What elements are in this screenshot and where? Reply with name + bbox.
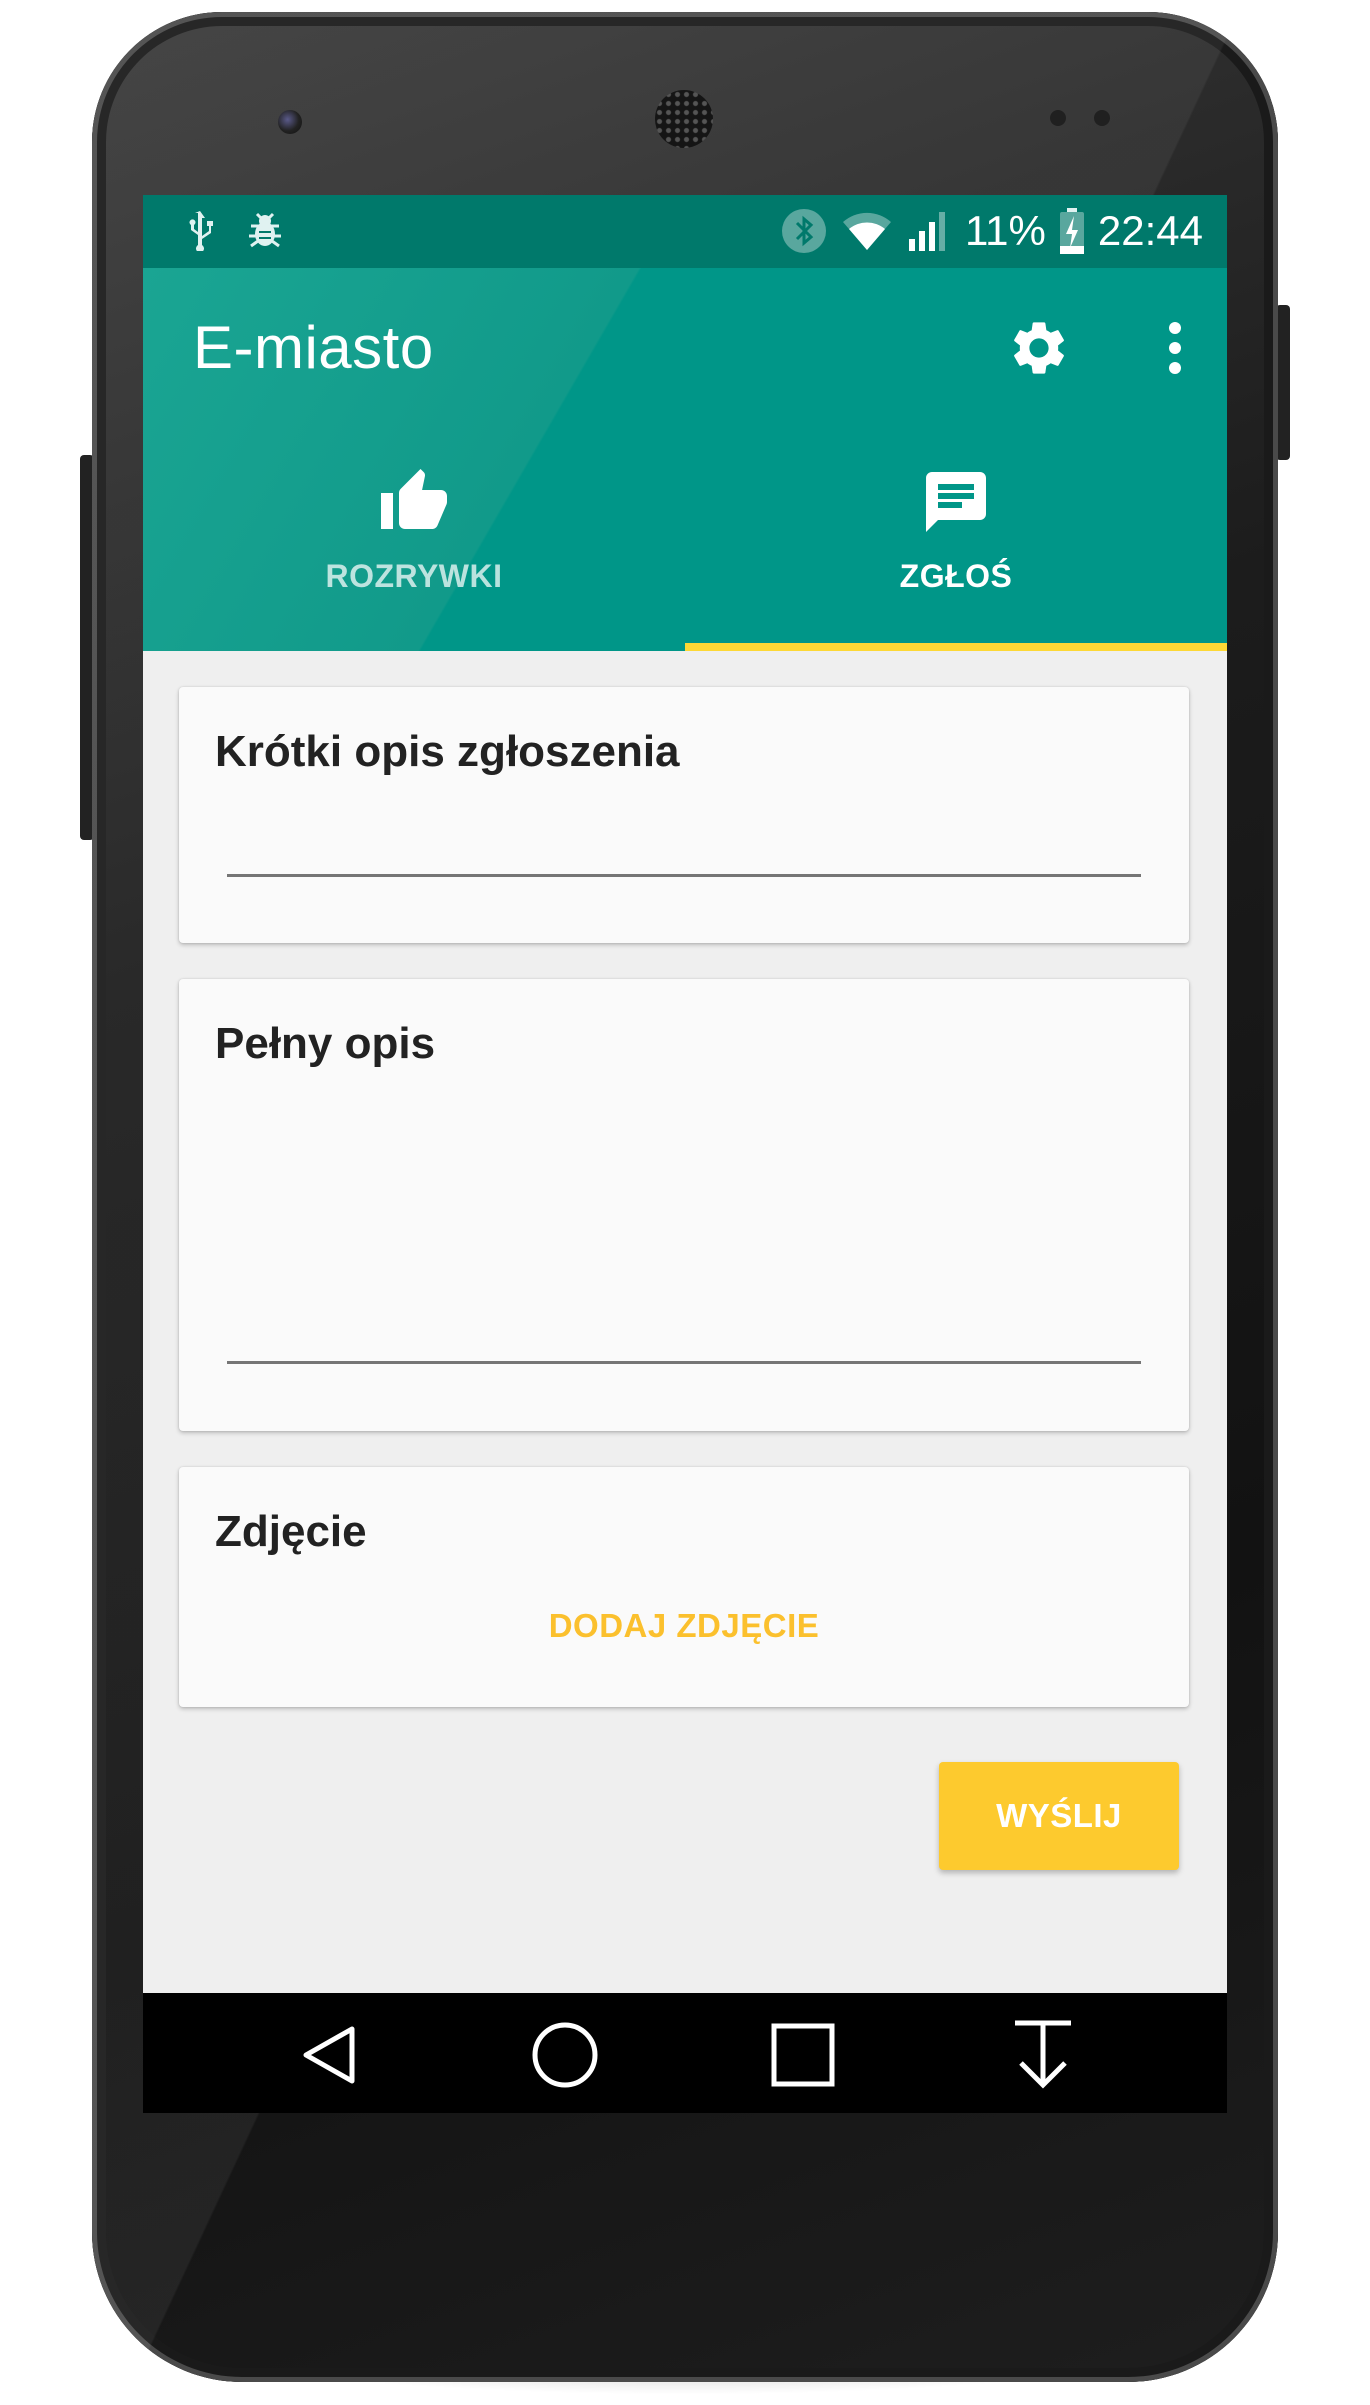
front-camera bbox=[278, 110, 302, 134]
tab-zglos-label: ZGŁOŚ bbox=[899, 558, 1013, 594]
earpiece-speaker bbox=[655, 90, 713, 148]
device-screen: 11% 22:44 E-miasto ROZRYWKI ZGŁOŚ Krótki… bbox=[143, 195, 1227, 2113]
hide-keyboard-icon bbox=[1011, 2019, 1075, 2091]
overflow-menu-button[interactable] bbox=[1145, 310, 1205, 386]
hide-keyboard-button[interactable] bbox=[1003, 2015, 1083, 2095]
thumb-up-icon bbox=[378, 466, 450, 538]
wifi-icon bbox=[841, 210, 893, 252]
bug-icon bbox=[245, 210, 285, 250]
clock: 22:44 bbox=[1097, 207, 1203, 254]
power-button bbox=[1276, 305, 1290, 460]
bluetooth-icon bbox=[781, 208, 827, 254]
home-button[interactable] bbox=[525, 2015, 605, 2095]
tab-indicator bbox=[685, 643, 1227, 651]
chat-icon bbox=[920, 466, 992, 538]
battery-charging-icon bbox=[1059, 208, 1084, 254]
back-button[interactable] bbox=[290, 2015, 370, 2095]
gear-icon bbox=[1007, 316, 1071, 380]
recents-button[interactable] bbox=[763, 2015, 843, 2095]
send-button[interactable]: WYŚLIJ bbox=[939, 1762, 1179, 1870]
tab-zglos[interactable]: ZGŁOŚ bbox=[685, 448, 1227, 651]
signal-icon bbox=[907, 209, 951, 253]
add-photo-button[interactable]: DODAJ ZDJĘCIE bbox=[179, 1607, 1189, 1645]
photo-title: Zdjęcie bbox=[215, 1507, 367, 1556]
short-description-card: Krótki opis zgłoszenia bbox=[179, 687, 1189, 943]
usb-icon bbox=[185, 209, 215, 253]
more-vert-icon bbox=[1167, 322, 1183, 374]
home-icon bbox=[531, 2021, 599, 2089]
back-icon bbox=[298, 2023, 362, 2087]
app-title: E-miasto bbox=[193, 314, 434, 381]
navigation-bar bbox=[143, 1993, 1227, 2113]
app-bar: E-miasto ROZRYWKI ZGŁOŚ bbox=[143, 268, 1227, 651]
tab-rozrywki[interactable]: ROZRYWKI bbox=[143, 448, 685, 651]
full-description-card: Pełny opis bbox=[179, 979, 1189, 1431]
short-description-input[interactable] bbox=[227, 817, 1141, 877]
full-description-title: Pełny opis bbox=[215, 1019, 436, 1068]
settings-button[interactable] bbox=[1001, 310, 1077, 386]
photo-card: Zdjęcie DODAJ ZDJĘCIE bbox=[179, 1467, 1189, 1707]
full-description-input[interactable] bbox=[227, 1114, 1141, 1364]
status-bar: 11% 22:44 bbox=[143, 195, 1227, 268]
recents-icon bbox=[771, 2023, 835, 2087]
light-sensor bbox=[1094, 110, 1110, 126]
battery-percent: 11% bbox=[964, 207, 1046, 254]
proximity-sensor bbox=[1050, 110, 1066, 126]
tab-rozrywki-label: ROZRYWKI bbox=[325, 558, 503, 594]
short-description-title: Krótki opis zgłoszenia bbox=[215, 727, 680, 776]
